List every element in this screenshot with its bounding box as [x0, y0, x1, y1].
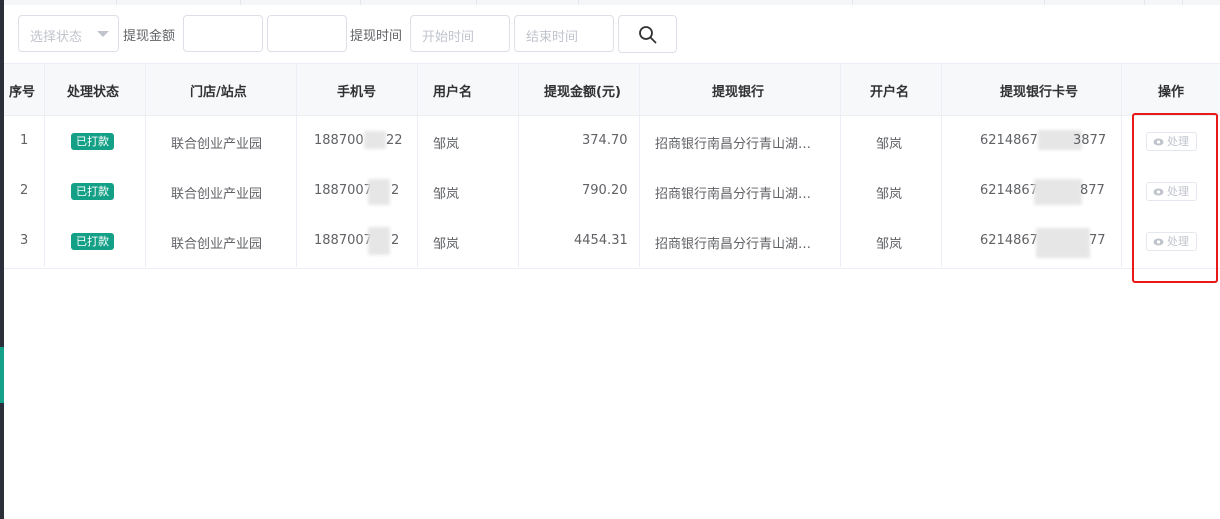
row-store: 联合创业产业园 — [171, 237, 263, 252]
row-phone-left: 1887007 — [314, 233, 372, 248]
time-label: 提现时间 — [350, 29, 403, 44]
row-card-right: 3877 — [1073, 133, 1107, 148]
status-select[interactable]: 选择状态 — [18, 15, 119, 52]
col-action-header: 操作 — [1158, 85, 1185, 100]
col-user-header: 用户名 — [433, 85, 473, 100]
filter-bar: 选择状态 提现金额 提现时间 开始时间 结束时间 — [4, 14, 1220, 54]
row-index: 1 — [20, 133, 29, 148]
redaction-blur — [368, 179, 390, 205]
redaction-blur — [1036, 228, 1090, 258]
col-amount-header: 提现金额(元) — [544, 85, 621, 100]
row-card-left: 6214867 — [980, 233, 1038, 248]
row-card-left: 6214867 — [980, 183, 1038, 198]
row-holder: 邹岚 — [876, 187, 903, 202]
row-phone-left: 1887007 — [314, 183, 372, 198]
col-holder-header: 开户名 — [870, 85, 910, 100]
row-amount: 790.20 — [582, 183, 628, 198]
amount-label: 提现金额 — [123, 29, 176, 44]
row-card-right: 877 — [1080, 183, 1105, 198]
amount-min-input[interactable] — [183, 15, 263, 52]
row-card-left: 6214867 — [980, 133, 1038, 148]
row-amount: 4454.31 — [574, 233, 628, 248]
status-badge: 已打款 — [71, 183, 114, 200]
status-select-placeholder: 选择状态 — [30, 30, 83, 45]
row-user: 邹岚 — [433, 187, 460, 202]
row-amount: 374.70 — [582, 133, 628, 148]
row-bank: 招商银行南昌分行青山湖… — [655, 137, 812, 152]
col-card-header: 提现银行卡号 — [1000, 85, 1079, 100]
search-icon — [639, 26, 657, 44]
search-button[interactable] — [618, 15, 677, 53]
row-store: 联合创业产业园 — [171, 187, 263, 202]
row-index: 3 — [20, 233, 29, 248]
row-phone-left: 188700 — [314, 133, 364, 148]
row-phone-right: 2 — [391, 233, 400, 248]
row-phone-right: 22 — [386, 133, 403, 148]
status-badge: 已打款 — [71, 233, 114, 250]
col-bank-header: 提现银行 — [712, 85, 765, 100]
withdrawal-table: 序号 处理状态 门店/站点 手机号 用户名 提现金额(元) 提现银行 开户名 提… — [4, 63, 1220, 269]
sidebar-active-indicator — [0, 347, 4, 403]
redaction-blur — [1034, 179, 1082, 205]
row-holder: 邹岚 — [876, 137, 903, 152]
row-index: 2 — [20, 183, 29, 198]
row-user: 邹岚 — [433, 237, 460, 252]
amount-max-input[interactable] — [267, 15, 347, 52]
col-status-header: 处理状态 — [67, 85, 120, 100]
row-phone-right: 2 — [391, 183, 400, 198]
end-time-placeholder: 结束时间 — [526, 30, 579, 45]
chevron-down-icon — [97, 31, 109, 37]
col-index-header: 序号 — [9, 85, 36, 100]
redaction-blur — [364, 131, 386, 149]
row-user: 邹岚 — [433, 137, 460, 152]
start-time-placeholder: 开始时间 — [422, 30, 475, 45]
col-store-header: 门店/站点 — [190, 85, 247, 100]
redaction-blur — [368, 227, 390, 255]
row-store: 联合创业产业园 — [171, 137, 263, 152]
col-phone-header: 手机号 — [337, 85, 377, 100]
row-bank: 招商银行南昌分行青山湖… — [655, 237, 812, 252]
row-holder: 邹岚 — [876, 237, 903, 252]
row-card-right: 77 — [1089, 233, 1106, 248]
annotation-highlight-box — [1132, 113, 1218, 283]
tab-strip — [4, 0, 1220, 5]
start-time-input[interactable]: 开始时间 — [410, 15, 510, 52]
end-time-input[interactable]: 结束时间 — [514, 15, 614, 52]
row-bank: 招商银行南昌分行青山湖… — [655, 187, 812, 202]
status-badge: 已打款 — [71, 133, 114, 150]
